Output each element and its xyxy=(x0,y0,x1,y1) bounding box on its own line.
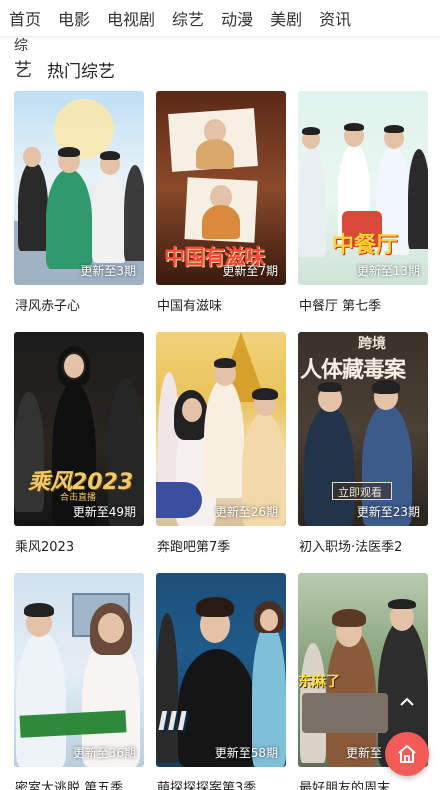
episode-badge: 更新至36期 xyxy=(72,746,136,760)
show-card[interactable]: 更新至36期 密室大逃脱 第五季 xyxy=(14,573,144,790)
home-icon xyxy=(398,745,416,763)
chevron-up-icon[interactable] xyxy=(397,692,417,712)
poster-badge-text: 立即观看 xyxy=(338,486,382,499)
show-title: 密室大逃脱 第五季 xyxy=(15,781,124,790)
show-card[interactable]: 跨境 人体藏毒案 立即观看 更新至23期 初入职场·法医季2 xyxy=(298,332,428,555)
show-card[interactable]: III 更新至58期 萌探探探案第3季 xyxy=(156,573,286,790)
show-title: 初入职场·法医季2 xyxy=(299,540,403,555)
poster-logo-text: III xyxy=(158,707,188,737)
home-fab-button[interactable] xyxy=(385,732,429,776)
show-card[interactable]: 更新至3期 浔风赤子心 xyxy=(14,91,144,314)
episode-badge: 更新至3期 xyxy=(80,264,136,278)
show-title: 中国有滋味 xyxy=(157,299,223,314)
episode-badge: 更新至13期 xyxy=(356,264,420,278)
show-poster[interactable]: 更新至3期 xyxy=(14,91,144,285)
episode-badge: 更新至49期 xyxy=(72,505,136,519)
show-title: 最好朋友的周末 xyxy=(299,781,391,790)
episode-badge: 更新至58期 xyxy=(214,746,278,760)
show-card[interactable]: 中餐厅 更新至13期 中餐厅 第七季 xyxy=(298,91,428,314)
poster-logo-text: 中餐厅 xyxy=(332,233,399,258)
show-poster[interactable]: 更新至36期 xyxy=(14,573,144,767)
show-poster[interactable]: 更新至26期 xyxy=(156,332,286,526)
poster-logo-text: 东麻了 xyxy=(298,674,340,690)
poster-logo-text: 人体藏毒案 xyxy=(300,358,406,383)
show-title: 中餐厅 第七季 xyxy=(299,299,382,314)
show-card[interactable]: 中国有滋味 更新至7期 中国有滋味 xyxy=(156,91,286,314)
show-grid: 更新至3期 浔风赤子心 中国有滋味 更新至7期 中国有滋味 中餐厅 更新至13期… xyxy=(0,0,440,790)
show-poster[interactable]: 中国有滋味 更新至7期 xyxy=(156,91,286,285)
show-poster[interactable]: III 更新至58期 xyxy=(156,573,286,767)
show-title: 乘风2023 xyxy=(15,540,75,555)
show-poster[interactable]: 跨境 人体藏毒案 立即观看 更新至23期 xyxy=(298,332,428,526)
episode-badge: 更新至26期 xyxy=(214,505,278,519)
poster-top-text: 跨境 xyxy=(358,336,386,352)
show-title: 奔跑吧第7季 xyxy=(157,540,231,555)
episode-badge: 更新至7期 xyxy=(222,264,278,278)
episode-badge: 更新至 xyxy=(345,746,382,760)
show-title: 萌探探探案第3季 xyxy=(157,781,257,790)
episode-badge: 更新至23期 xyxy=(356,505,420,519)
show-poster[interactable]: 中餐厅 更新至13期 xyxy=(298,91,428,285)
show-card[interactable]: 乘风2023 合击直播 更新至49期 乘风2023 xyxy=(14,332,144,555)
show-card[interactable]: 更新至26期 奔跑吧第7季 xyxy=(156,332,286,555)
show-title: 浔风赤子心 xyxy=(15,299,81,314)
show-poster[interactable]: 乘风2023 合击直播 更新至49期 xyxy=(14,332,144,526)
poster-subtext: 合击直播 xyxy=(60,493,97,503)
